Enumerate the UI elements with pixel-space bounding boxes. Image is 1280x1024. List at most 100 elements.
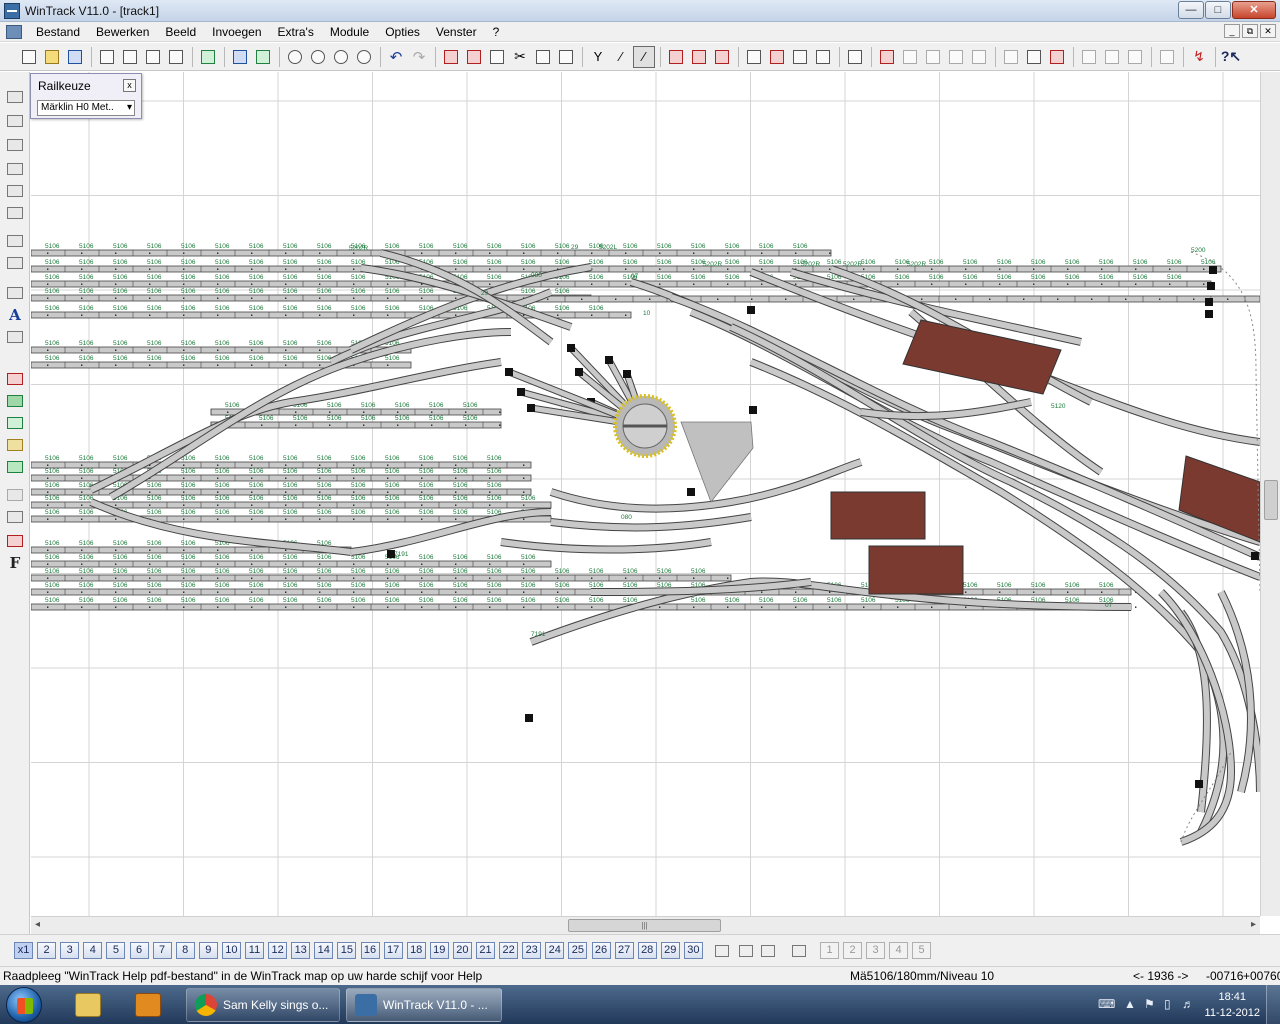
menu-opties[interactable]: Opties [377,22,428,42]
layer-button[interactable] [688,46,710,68]
print-preview-button[interactable] [96,46,118,68]
track-curve-button[interactable]: ∕ [610,46,632,68]
turnout-left-button[interactable] [876,46,898,68]
turnout-curve-button[interactable] [968,46,990,68]
module-tab-27[interactable]: 27 [614,942,634,959]
cut-button[interactable]: ✂ [509,46,531,68]
flex-track3-button[interactable] [5,136,25,154]
height-marker-button[interactable] [5,328,25,346]
font-tool-button[interactable]: F [5,554,25,572]
module-tab-19[interactable]: 19 [429,942,449,959]
zoom-in-button[interactable] [307,46,329,68]
height-button[interactable] [844,46,866,68]
menu-venster[interactable]: Venster [428,22,485,42]
module-tab-29[interactable]: 29 [660,942,680,959]
horizontal-scrollbar[interactable]: ◂ ||| ▸ [31,916,1260,934]
dimension-button[interactable] [5,284,25,302]
module-show-button[interactable] [758,942,777,959]
electric-button[interactable]: ↯ [1188,46,1210,68]
track-layout-drawing[interactable]: 5106 5106 5106 5106 5106 5106 5106 5106 5106 5106… [31,72,1260,916]
signal-button[interactable] [665,46,687,68]
print-button[interactable] [119,46,141,68]
track-switch-button[interactable]: Y [587,46,609,68]
module-tab-1[interactable]: x1 [14,942,33,959]
module-tab-5[interactable]: 5 [106,942,126,959]
paint-button[interactable] [5,532,25,550]
module-tab-18[interactable]: 18 [406,942,426,959]
flip-button[interactable] [789,46,811,68]
level-down-button[interactable] [5,508,25,526]
module-tab-15[interactable]: 15 [337,942,357,959]
open-button[interactable] [41,46,63,68]
module-tab-20[interactable]: 20 [452,942,472,959]
show-desktop-button[interactable] [1266,985,1280,1024]
taskbar-chrome[interactable]: Sam Kelly sings o... [186,988,340,1022]
page-setup-button[interactable] [142,46,164,68]
text-tool-button[interactable]: A [5,306,25,324]
module-tab-21[interactable]: 21 [476,942,495,959]
module-tab-26[interactable]: 26 [591,942,611,959]
flex-track2-button[interactable] [5,112,25,130]
platform-button[interactable] [5,232,25,250]
delete-button[interactable] [440,46,462,68]
turnout-3way-button[interactable] [922,46,944,68]
zoom-out-button[interactable] [284,46,306,68]
terrain-button[interactable] [5,414,25,432]
redo-button[interactable]: ↷ [408,46,430,68]
module-tab-13[interactable]: 13 [291,942,311,959]
rotate-button[interactable] [812,46,834,68]
rail-system-select[interactable]: Märklin H0 Met.. [37,100,135,116]
vertical-scroll-thumb[interactable] [1264,480,1278,520]
menu-module[interactable]: Module [322,22,377,42]
maximize-button[interactable]: □ [1205,1,1231,19]
tool-d-button[interactable] [1078,46,1100,68]
doc-restore-button[interactable]: ⧉ [1242,24,1258,38]
module-tab-7[interactable]: 7 [152,942,172,959]
station-button[interactable] [5,254,25,272]
media-player-pinned[interactable] [122,988,174,1022]
layer2-button[interactable] [711,46,733,68]
undo-button[interactable]: ↶ [385,46,407,68]
module-tab-12[interactable]: 12 [268,942,288,959]
measure-button[interactable] [743,46,765,68]
new-button[interactable] [18,46,40,68]
grid-button[interactable] [229,46,251,68]
tool-a-button[interactable] [1000,46,1022,68]
module-tab-4[interactable]: 4 [83,942,103,959]
turnout-right-button[interactable] [899,46,921,68]
module-tab-3[interactable]: 3 [60,942,80,959]
module-tab-25[interactable]: 25 [568,942,588,959]
house-button[interactable] [5,370,25,388]
slope-button[interactable] [5,436,25,454]
landscape-button[interactable] [252,46,274,68]
menu-bewerken[interactable]: Bewerken [88,22,157,42]
keyboard-icon[interactable]: ⌨ [1098,997,1115,1011]
menu-help[interactable]: ? [485,22,508,42]
vertical-scrollbar[interactable] [1260,72,1280,916]
bridge-button[interactable] [5,182,25,200]
module-tab-8[interactable]: 8 [175,942,195,959]
module-tab-10[interactable]: 10 [221,942,241,959]
module-tab-22[interactable]: 22 [499,942,519,959]
clock[interactable]: 18:41 11-12-2012 [1205,989,1260,1021]
tool-g-button[interactable] [1156,46,1178,68]
module-tab-30[interactable]: 30 [683,942,703,959]
network-icon[interactable]: ▯ [1164,997,1171,1011]
close-button[interactable]: ✕ [1232,1,1276,19]
tool-e-button[interactable] [1101,46,1123,68]
module-layers-button[interactable] [789,942,808,959]
clipboard-button[interactable] [486,46,508,68]
menu-bestand[interactable]: Bestand [28,22,88,42]
flex-track-button[interactable] [5,88,25,106]
scroll-right-arrow[interactable]: ▸ [1251,919,1256,930]
paste-button[interactable] [555,46,577,68]
flag-icon[interactable]: ⚑ [1144,997,1155,1011]
track-straight-button[interactable]: ∕ [633,45,655,68]
track-end-button[interactable] [5,160,25,178]
calculator-button[interactable] [165,46,187,68]
zoom-all-button[interactable] [353,46,375,68]
doc-minimize-button[interactable]: _ [1224,24,1240,38]
module-tab-11[interactable]: 11 [245,942,264,959]
module-tab-6[interactable]: 6 [129,942,149,959]
turnout-double-button[interactable] [945,46,967,68]
